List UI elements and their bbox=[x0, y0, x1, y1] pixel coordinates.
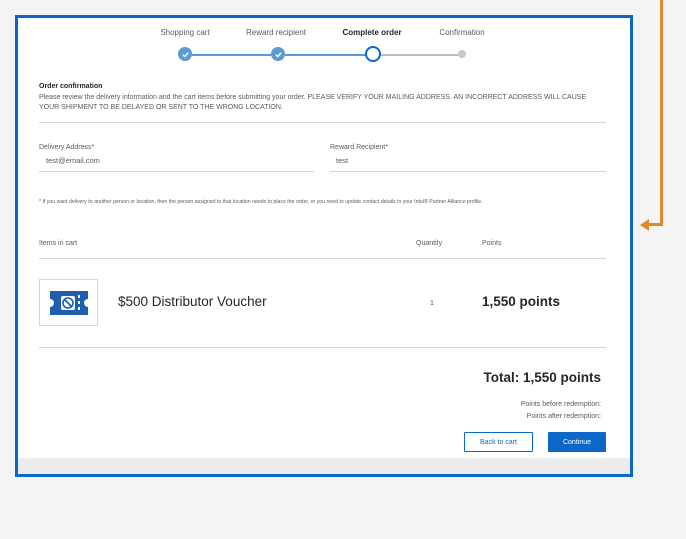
annotation-arrow-icon bbox=[640, 219, 649, 231]
step-done-check-icon bbox=[178, 47, 192, 61]
reward-recipient-value: test bbox=[336, 156, 349, 165]
step-done-check-icon bbox=[271, 47, 285, 61]
divider bbox=[39, 122, 606, 123]
step-upcoming-icon bbox=[458, 50, 466, 58]
step-label-shopping-cart: Shopping cart bbox=[160, 28, 210, 37]
back-to-cart-button[interactable]: Back to cart bbox=[464, 432, 533, 452]
reward-recipient-label: Reward Recipient* bbox=[330, 144, 388, 151]
order-confirmation-title: Order confirmation bbox=[39, 83, 103, 90]
annotation-connector-line bbox=[660, 0, 663, 226]
column-header-quantity: Quantity bbox=[416, 240, 443, 247]
checkout-card: Shopping cart Reward recipient Complete … bbox=[15, 15, 633, 477]
divider bbox=[39, 347, 606, 348]
cart-item-name: $500 Distributor Voucher bbox=[118, 294, 267, 309]
step-label-confirmation: Confirmation bbox=[439, 28, 485, 37]
voucher-icon bbox=[39, 279, 98, 326]
continue-button[interactable]: Continue bbox=[548, 432, 606, 452]
cart-item-points: 1,550 points bbox=[482, 294, 561, 309]
step-label-complete-order: Complete order bbox=[342, 28, 402, 37]
divider bbox=[39, 258, 606, 259]
step-connector bbox=[192, 54, 278, 56]
cart-item-quantity: 1 bbox=[430, 300, 434, 307]
step-current-icon bbox=[365, 46, 381, 62]
reward-recipient-underline bbox=[330, 171, 606, 172]
card-footer-strip bbox=[18, 458, 630, 474]
delivery-address-value: test@email.com bbox=[46, 156, 100, 165]
order-confirmation-text: Please review the delivery information a… bbox=[39, 94, 587, 111]
column-header-items: Items in cart bbox=[39, 240, 78, 247]
step-connector bbox=[380, 54, 462, 56]
delivery-address-label: Delivery Address* bbox=[39, 144, 95, 151]
step-label-reward-recipient: Reward recipient bbox=[245, 28, 307, 37]
delivery-note: * If you want delivery to another person… bbox=[39, 199, 483, 205]
points-after-redemption: Points after redemption: bbox=[526, 413, 601, 420]
delivery-address-underline bbox=[39, 171, 314, 172]
step-connector bbox=[285, 54, 371, 56]
column-header-points: Points bbox=[482, 240, 502, 247]
order-total: Total: 1,550 points bbox=[483, 370, 601, 385]
points-before-redemption: Points before redemption: bbox=[520, 401, 601, 408]
